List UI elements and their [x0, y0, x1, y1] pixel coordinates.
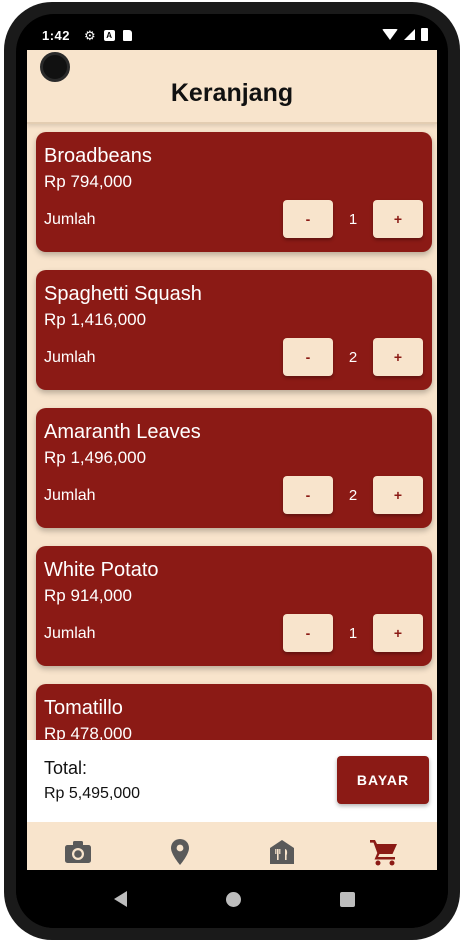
item-name: Tomatillo	[44, 697, 123, 719]
phone-screen: 1:42 ⚙ A Keranjang Broadbeans Rp 794,000	[16, 14, 448, 928]
total-value: Rp 5,495,000	[44, 785, 141, 802]
status-time: 1:42	[42, 28, 71, 43]
quantity-value: 2	[348, 349, 358, 366]
quantity-label: Jumlah	[44, 211, 96, 228]
quantity-value: 1	[348, 211, 358, 228]
increase-quantity-button[interactable]: +	[373, 200, 423, 238]
recent-apps-icon[interactable]	[340, 892, 355, 907]
item-price: Rp 478,000	[44, 724, 132, 740]
total-label: Total:	[44, 758, 88, 778]
quantity-value: 1	[348, 625, 358, 642]
pay-button[interactable]: BAYAR	[337, 756, 429, 804]
front-camera	[40, 52, 70, 82]
status-system-icons	[382, 28, 428, 41]
increase-quantity-button[interactable]: +	[373, 614, 423, 652]
decrease-quantity-button[interactable]: -	[283, 614, 333, 652]
app-bar: Keranjang	[27, 50, 437, 124]
app-screen: Keranjang Broadbeans Rp 794,000 Jumlah -…	[27, 50, 437, 882]
restaurant-icon	[270, 840, 294, 864]
cart-item-card: White Potato Rp 914,000 Jumlah - 1 +	[36, 546, 432, 666]
item-name: Broadbeans	[44, 145, 152, 167]
cart-item-card: Tomatillo Rp 478,000	[36, 684, 432, 740]
quantity-label: Jumlah	[44, 349, 96, 366]
home-icon[interactable]	[226, 892, 241, 907]
quantity-label: Jumlah	[44, 625, 96, 642]
status-bar: 1:42 ⚙ A	[16, 14, 448, 52]
total-bar: Total: Rp 5,495,000 BAYAR	[27, 740, 437, 822]
page-title: Keranjang	[170, 78, 294, 107]
camera-icon	[65, 841, 91, 863]
sd-card-icon	[122, 30, 132, 41]
item-name: Spaghetti Squash	[44, 283, 202, 305]
battery-icon	[421, 28, 428, 41]
cart-icon	[370, 840, 397, 866]
cart-list[interactable]: Broadbeans Rp 794,000 Jumlah - 1 + Spagh…	[27, 126, 437, 740]
cart-item-card: Broadbeans Rp 794,000 Jumlah - 1 +	[36, 132, 432, 252]
wifi-icon	[382, 29, 398, 40]
back-icon[interactable]	[114, 891, 127, 907]
signal-icon	[404, 29, 415, 40]
a-badge-icon: A	[103, 30, 115, 41]
item-name: Amaranth Leaves	[44, 421, 201, 443]
decrease-quantity-button[interactable]: -	[283, 476, 333, 514]
phone-frame: 1:42 ⚙ A Keranjang Broadbeans Rp 794,000	[4, 2, 460, 940]
gear-icon: ⚙	[84, 28, 96, 43]
decrease-quantity-button[interactable]: -	[283, 338, 333, 376]
cart-item-card: Spaghetti Squash Rp 1,416,000 Jumlah - 2…	[36, 270, 432, 390]
decrease-quantity-button[interactable]: -	[283, 200, 333, 238]
location-pin-icon	[171, 839, 189, 865]
cart-item-card: Amaranth Leaves Rp 1,496,000 Jumlah - 2 …	[36, 408, 432, 528]
item-price: Rp 1,496,000	[44, 448, 147, 467]
quantity-value: 2	[348, 487, 358, 504]
item-name: White Potato	[44, 559, 159, 581]
increase-quantity-button[interactable]: +	[373, 338, 423, 376]
increase-quantity-button[interactable]: +	[373, 476, 423, 514]
quantity-label: Jumlah	[44, 487, 96, 504]
item-price: Rp 1,416,000	[44, 310, 147, 329]
status-notification-icons: ⚙ A	[84, 29, 132, 42]
item-price: Rp 914,000	[44, 586, 132, 605]
item-price: Rp 794,000	[44, 172, 132, 191]
system-navigation-bar	[16, 870, 448, 928]
